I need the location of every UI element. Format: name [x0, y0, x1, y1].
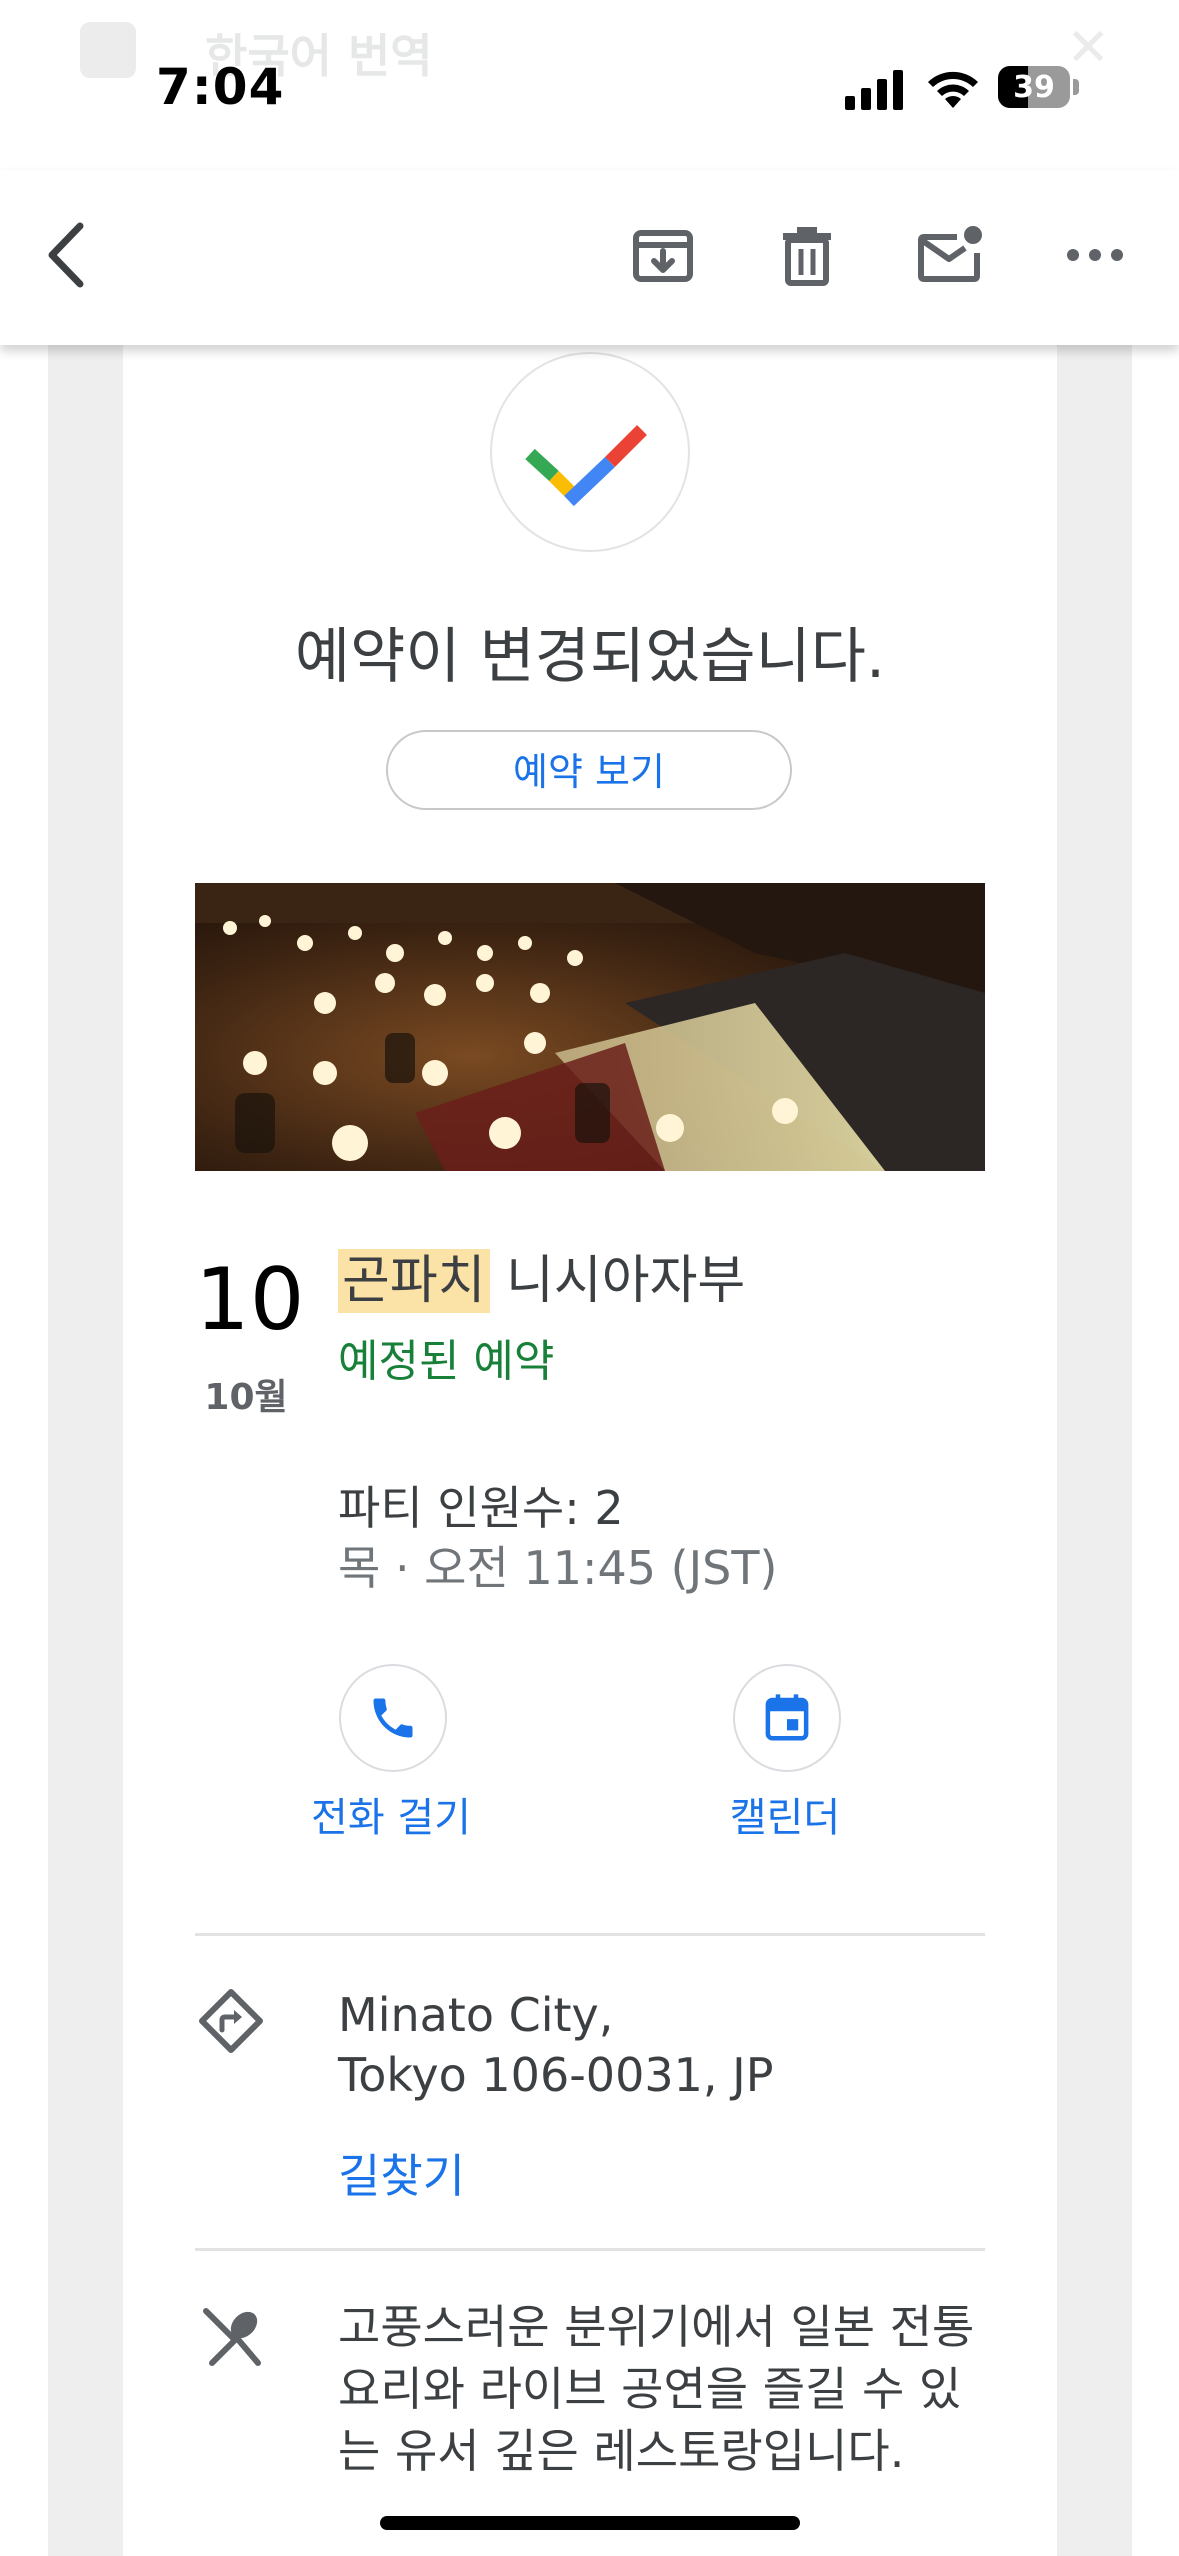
- email-margin-right: [1057, 345, 1132, 2556]
- reservation-datetime: 목 · 오전 11:45 (JST): [338, 1541, 778, 1595]
- archive-icon: [633, 230, 693, 282]
- phone-icon: [373, 1698, 413, 1738]
- reservation-day: 10: [195, 1250, 305, 1350]
- calendar-icon: [765, 1694, 809, 1741]
- status-bar: 한국어 번역 ✕ 7:04 39: [0, 0, 1179, 170]
- address-line-1: Minato City,: [338, 1988, 614, 2042]
- divider: [195, 1933, 985, 1936]
- restaurant-name: 곤파치 니시아자부: [338, 1238, 745, 1313]
- email-margin-left: [48, 345, 123, 2556]
- more-icon: [1067, 249, 1123, 261]
- reservation-status: 예정된 예약: [338, 1336, 555, 1387]
- restaurant-icon: [203, 2308, 261, 2366]
- view-reservation-button[interactable]: 예약 보기: [386, 730, 792, 810]
- more-options-button[interactable]: [1050, 210, 1140, 300]
- email-toolbar: [0, 170, 1179, 345]
- google-checkmark-icon: [525, 425, 647, 507]
- delete-button[interactable]: [762, 210, 852, 300]
- battery-icon: 39: [998, 66, 1080, 110]
- address: Minato City, Tokyo 106-0031, JP: [338, 1985, 773, 2105]
- translate-icon: [80, 22, 136, 78]
- archive-button[interactable]: [618, 210, 708, 300]
- calendar-button[interactable]: [733, 1664, 841, 1772]
- restaurant-name-rest: 니시아자부: [489, 1251, 746, 1311]
- wifi-icon: [928, 71, 978, 108]
- status-time: 7:04: [156, 58, 285, 116]
- checkmark-badge: [490, 352, 690, 552]
- call-button[interactable]: [339, 1664, 447, 1772]
- party-size: 파티 인원수: 2: [338, 1481, 624, 1535]
- restaurant-name-highlight: 곤파치: [338, 1249, 490, 1313]
- restaurant-photo: [195, 883, 985, 1171]
- back-icon: [48, 222, 84, 288]
- reservation-month: 10월: [204, 1377, 288, 1418]
- call-label[interactable]: 전화 걸기: [291, 1785, 491, 1843]
- address-line-2: Tokyo 106-0031, JP: [338, 2048, 774, 2102]
- back-button[interactable]: [22, 210, 112, 300]
- signal-icon: [845, 70, 903, 110]
- restaurant-description: 고풍스러운 분위기에서 일본 전통 요리와 라이브 공연을 즐길 수 있는 유서…: [338, 2300, 975, 2478]
- mark-unread-button[interactable]: [906, 210, 996, 300]
- calendar-label[interactable]: 캘린더: [685, 1785, 885, 1843]
- divider: [195, 2248, 985, 2251]
- confirmation-headline: 예약이 변경되었습니다.: [294, 622, 886, 692]
- directions-link[interactable]: 길찾기: [338, 2140, 465, 2206]
- mark-unread-icon: [918, 226, 982, 282]
- delete-icon: [783, 227, 831, 286]
- directions-icon: [199, 1989, 263, 2053]
- battery-level: 39: [1013, 70, 1055, 105]
- home-indicator[interactable]: [380, 2516, 800, 2530]
